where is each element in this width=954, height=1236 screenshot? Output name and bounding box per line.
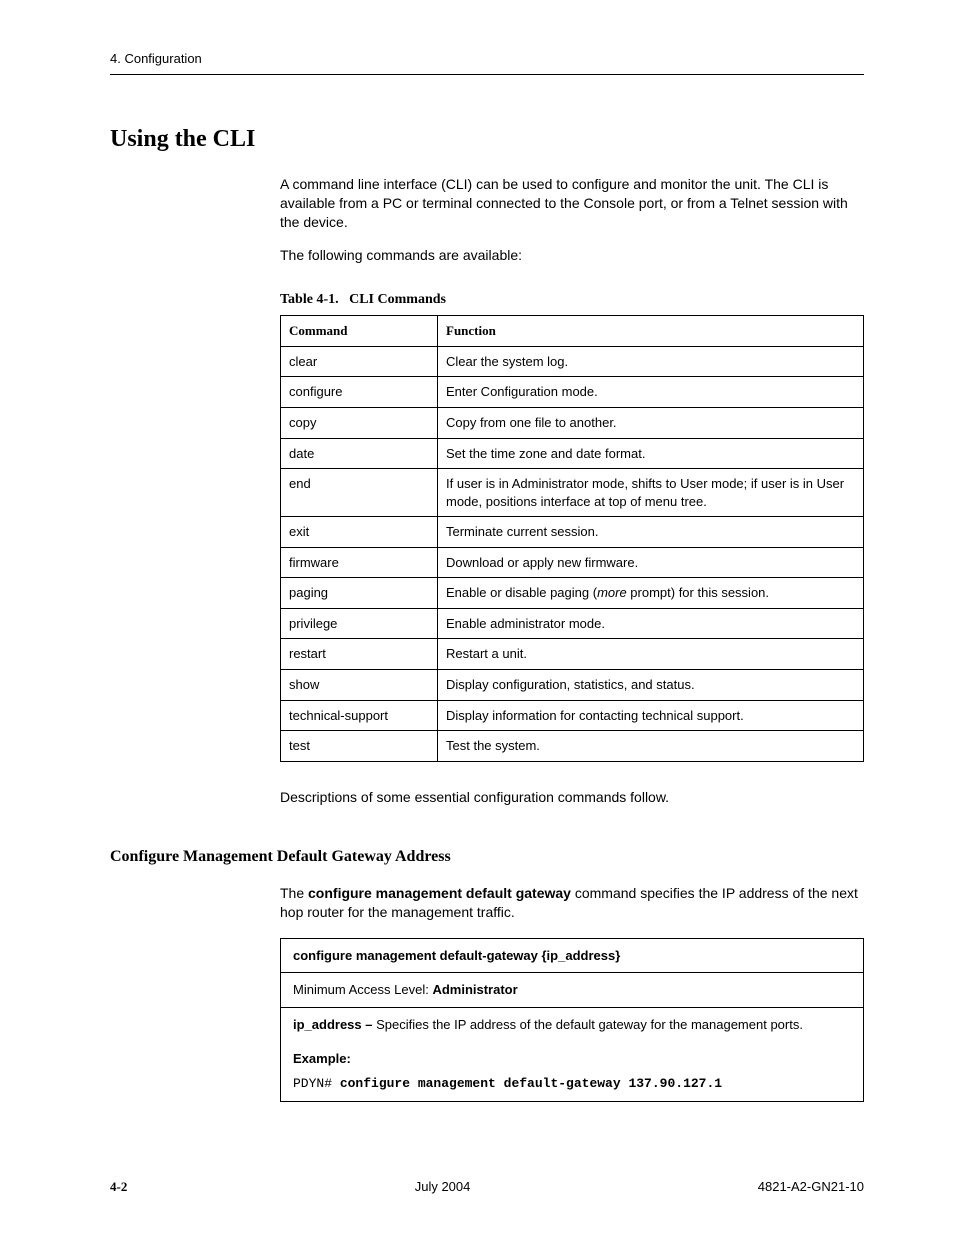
intro-paragraph-2: The following commands are available: — [280, 246, 864, 265]
cmd-cell: show — [281, 669, 438, 700]
cmd-cell: end — [281, 469, 438, 517]
cmd-cell: paging — [281, 578, 438, 609]
running-header: 4. Configuration — [110, 50, 864, 75]
param-desc: Specifies the IP address of the default … — [376, 1017, 803, 1032]
table-caption: Table 4-1. CLI Commands — [280, 291, 864, 310]
chapter-label: 4. Configuration — [110, 51, 202, 66]
page-number: 4-2 — [110, 1178, 127, 1196]
param-name: ip_address – — [293, 1017, 376, 1032]
th-function: Function — [438, 316, 864, 347]
cmd-cell: clear — [281, 346, 438, 377]
fn-cell: Enable administrator mode. — [438, 608, 864, 639]
table-row: configureEnter Configuration mode. — [281, 377, 864, 408]
intro-paragraph-1: A command line interface (CLI) can be us… — [280, 175, 864, 232]
cmd-cell: firmware — [281, 547, 438, 578]
command-box: configure management default-gateway {ip… — [280, 938, 864, 1102]
table-row: endIf user is in Administrator mode, shi… — [281, 469, 864, 517]
subsection-body: The configure management default gateway… — [280, 884, 864, 1102]
cmd-cell: configure — [281, 377, 438, 408]
fn-cell: Copy from one file to another. — [438, 408, 864, 439]
table-row: testTest the system. — [281, 731, 864, 762]
fn-cell: Display information for contacting techn… — [438, 700, 864, 731]
fn-cell: Test the system. — [438, 731, 864, 762]
post-table-paragraph: Descriptions of some essential configura… — [280, 788, 864, 807]
subsection-title: Configure Management Default Gateway Add… — [110, 846, 864, 868]
th-command: Command — [281, 316, 438, 347]
cmd-cell: privilege — [281, 608, 438, 639]
section-title: Using the CLI — [110, 123, 864, 155]
page-footer: 4-2 July 2004 4821-A2-GN21-10 — [110, 1178, 864, 1196]
fn-cell: Enable or disable paging (more prompt) f… — [438, 578, 864, 609]
table-row: clearClear the system log. — [281, 346, 864, 377]
page: 4. Configuration Using the CLI A command… — [0, 0, 954, 1236]
cmd-param-row: ip_address – Specifies the IP address of… — [281, 1008, 863, 1042]
table-row: dateSet the time zone and date format. — [281, 438, 864, 469]
fn-cell: Set the time zone and date format. — [438, 438, 864, 469]
table-caption-label: Table 4-1. — [280, 292, 339, 307]
cli-commands-table: Command Function clearClear the system l… — [280, 315, 864, 761]
table-row: technical-supportDisplay information for… — [281, 700, 864, 731]
footer-docnum: 4821-A2-GN21-10 — [758, 1178, 864, 1196]
example-label: Example: — [281, 1042, 863, 1068]
cmd-syntax: configure management default-gateway {ip… — [281, 939, 863, 974]
table-row: restartRestart a unit. — [281, 639, 864, 670]
table-caption-title: CLI Commands — [349, 292, 446, 307]
fn-cell: Restart a unit. — [438, 639, 864, 670]
cmd-cell: technical-support — [281, 700, 438, 731]
table-row: exitTerminate current session. — [281, 517, 864, 548]
body-indent: A command line interface (CLI) can be us… — [280, 175, 864, 807]
cmd-access-row: Minimum Access Level: Administrator — [281, 973, 863, 1008]
fn-cell: Terminate current session. — [438, 517, 864, 548]
fn-cell: Download or apply new firmware. — [438, 547, 864, 578]
fn-cell: Display configuration, statistics, and s… — [438, 669, 864, 700]
cmd-cell: test — [281, 731, 438, 762]
subsection-paragraph: The configure management default gateway… — [280, 884, 864, 922]
fn-cell: Enter Configuration mode. — [438, 377, 864, 408]
table-row: showDisplay configuration, statistics, a… — [281, 669, 864, 700]
min-access-value: Administrator — [432, 982, 517, 997]
prompt: PDYN# — [293, 1076, 340, 1091]
table-row: privilegeEnable administrator mode. — [281, 608, 864, 639]
example-line: PDYN# configure management default-gatew… — [281, 1067, 863, 1101]
min-access-label: Minimum Access Level: — [293, 982, 432, 997]
cmd-cell: restart — [281, 639, 438, 670]
cmd-cell: exit — [281, 517, 438, 548]
fn-cell: Clear the system log. — [438, 346, 864, 377]
fn-cell: If user is in Administrator mode, shifts… — [438, 469, 864, 517]
table-row: firmwareDownload or apply new firmware. — [281, 547, 864, 578]
footer-date: July 2004 — [415, 1178, 471, 1196]
cmd-cell: date — [281, 438, 438, 469]
example-command: configure management default-gateway 137… — [340, 1076, 722, 1091]
table-row: paging Enable or disable paging (more pr… — [281, 578, 864, 609]
table-row: copyCopy from one file to another. — [281, 408, 864, 439]
cmd-cell: copy — [281, 408, 438, 439]
